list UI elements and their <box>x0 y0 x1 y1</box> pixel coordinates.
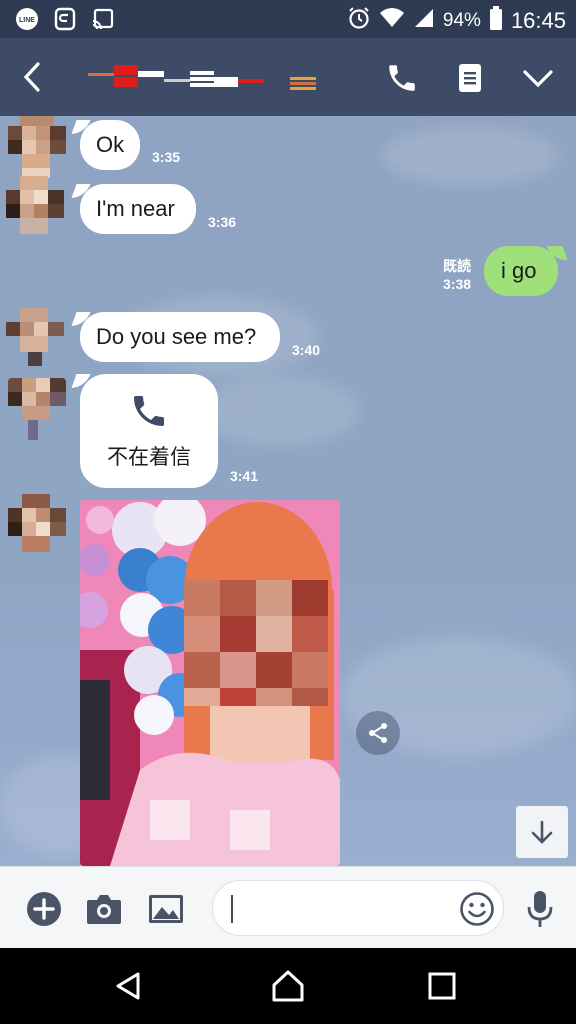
back-triangle-icon <box>116 972 140 1000</box>
text-caret <box>231 895 233 923</box>
avatar[interactable] <box>8 494 66 552</box>
svg-text:LINE: LINE <box>19 17 35 24</box>
camera-icon <box>87 895 121 924</box>
line-app-icon: LINE <box>14 6 40 32</box>
recents-icon <box>428 972 456 1000</box>
scroll-to-bottom-button[interactable] <box>516 806 568 858</box>
plus-button[interactable] <box>24 889 64 929</box>
read-status: 既読 3:38 <box>443 257 471 293</box>
camera-button[interactable] <box>84 889 124 929</box>
message-time: 3:38 <box>443 276 472 292</box>
chat-header <box>0 38 576 116</box>
phone-icon <box>134 396 164 426</box>
emoji-button[interactable] <box>459 891 495 927</box>
nav-back-button[interactable] <box>110 968 146 1004</box>
missed-call-bubble[interactable]: 不在着信 <box>80 374 218 488</box>
nav-home-button[interactable] <box>270 968 306 1004</box>
voice-button[interactable] <box>520 889 560 929</box>
message-input-bar <box>0 866 576 948</box>
message-text: i go <box>501 258 537 283</box>
avatar[interactable] <box>6 176 64 234</box>
avatar[interactable] <box>8 116 66 178</box>
chat-area[interactable]: Ok 3:35 I'm near 3:36 既読 3:38 i go Do yo… <box>0 116 576 866</box>
message-time: 3:35 <box>152 149 181 165</box>
message-time: 3:40 <box>292 342 321 358</box>
read-label: 既読 <box>443 258 472 274</box>
status-bar: LINE 94% 16:45 <box>0 0 576 38</box>
chevron-left-icon <box>23 62 40 92</box>
message-bubble-outgoing[interactable]: i go <box>484 246 558 296</box>
avatar[interactable] <box>8 378 66 440</box>
alarm-icon <box>347 6 371 35</box>
nav-recents-button[interactable] <box>424 968 460 1004</box>
sync-icon <box>52 6 78 32</box>
arrow-down-icon <box>531 820 553 844</box>
notes-button[interactable] <box>452 60 488 96</box>
image-button[interactable] <box>146 889 186 929</box>
back-button[interactable] <box>16 60 50 94</box>
missed-call-label: 不在着信 <box>107 445 191 469</box>
share-icon <box>369 723 387 743</box>
battery-icon <box>489 6 503 35</box>
call-button[interactable] <box>384 60 420 96</box>
emoji-icon <box>460 892 494 926</box>
chevron-down-icon <box>523 70 553 88</box>
message-time: 3:41 <box>230 468 259 484</box>
clock: 16:45 <box>510 7 566 33</box>
battery-percent: 94% <box>442 9 481 31</box>
notes-icon <box>459 64 481 92</box>
home-icon <box>272 970 304 1002</box>
message-bubble[interactable]: I'm near <box>80 184 196 234</box>
cast-icon <box>90 6 116 32</box>
message-time: 3:36 <box>208 214 237 230</box>
message-bubble[interactable]: Ok <box>80 120 140 170</box>
signal-icon <box>413 7 435 34</box>
message-input[interactable] <box>212 880 504 936</box>
phone-icon <box>389 65 415 91</box>
menu-dropdown-button[interactable] <box>520 60 556 96</box>
android-nav-bar <box>0 948 576 1024</box>
message-text: I'm near <box>96 196 175 221</box>
share-button[interactable] <box>356 711 400 755</box>
plus-icon <box>27 892 61 926</box>
contact-name-redacted <box>88 62 323 102</box>
mic-icon <box>527 891 553 927</box>
avatar[interactable] <box>6 308 64 366</box>
wifi-icon <box>379 7 405 34</box>
message-text: Do you see me? <box>96 324 257 349</box>
message-bubble[interactable]: Do you see me? <box>80 312 280 362</box>
image-icon <box>149 895 183 923</box>
photo-message[interactable] <box>80 500 340 866</box>
message-text: Ok <box>96 132 125 157</box>
